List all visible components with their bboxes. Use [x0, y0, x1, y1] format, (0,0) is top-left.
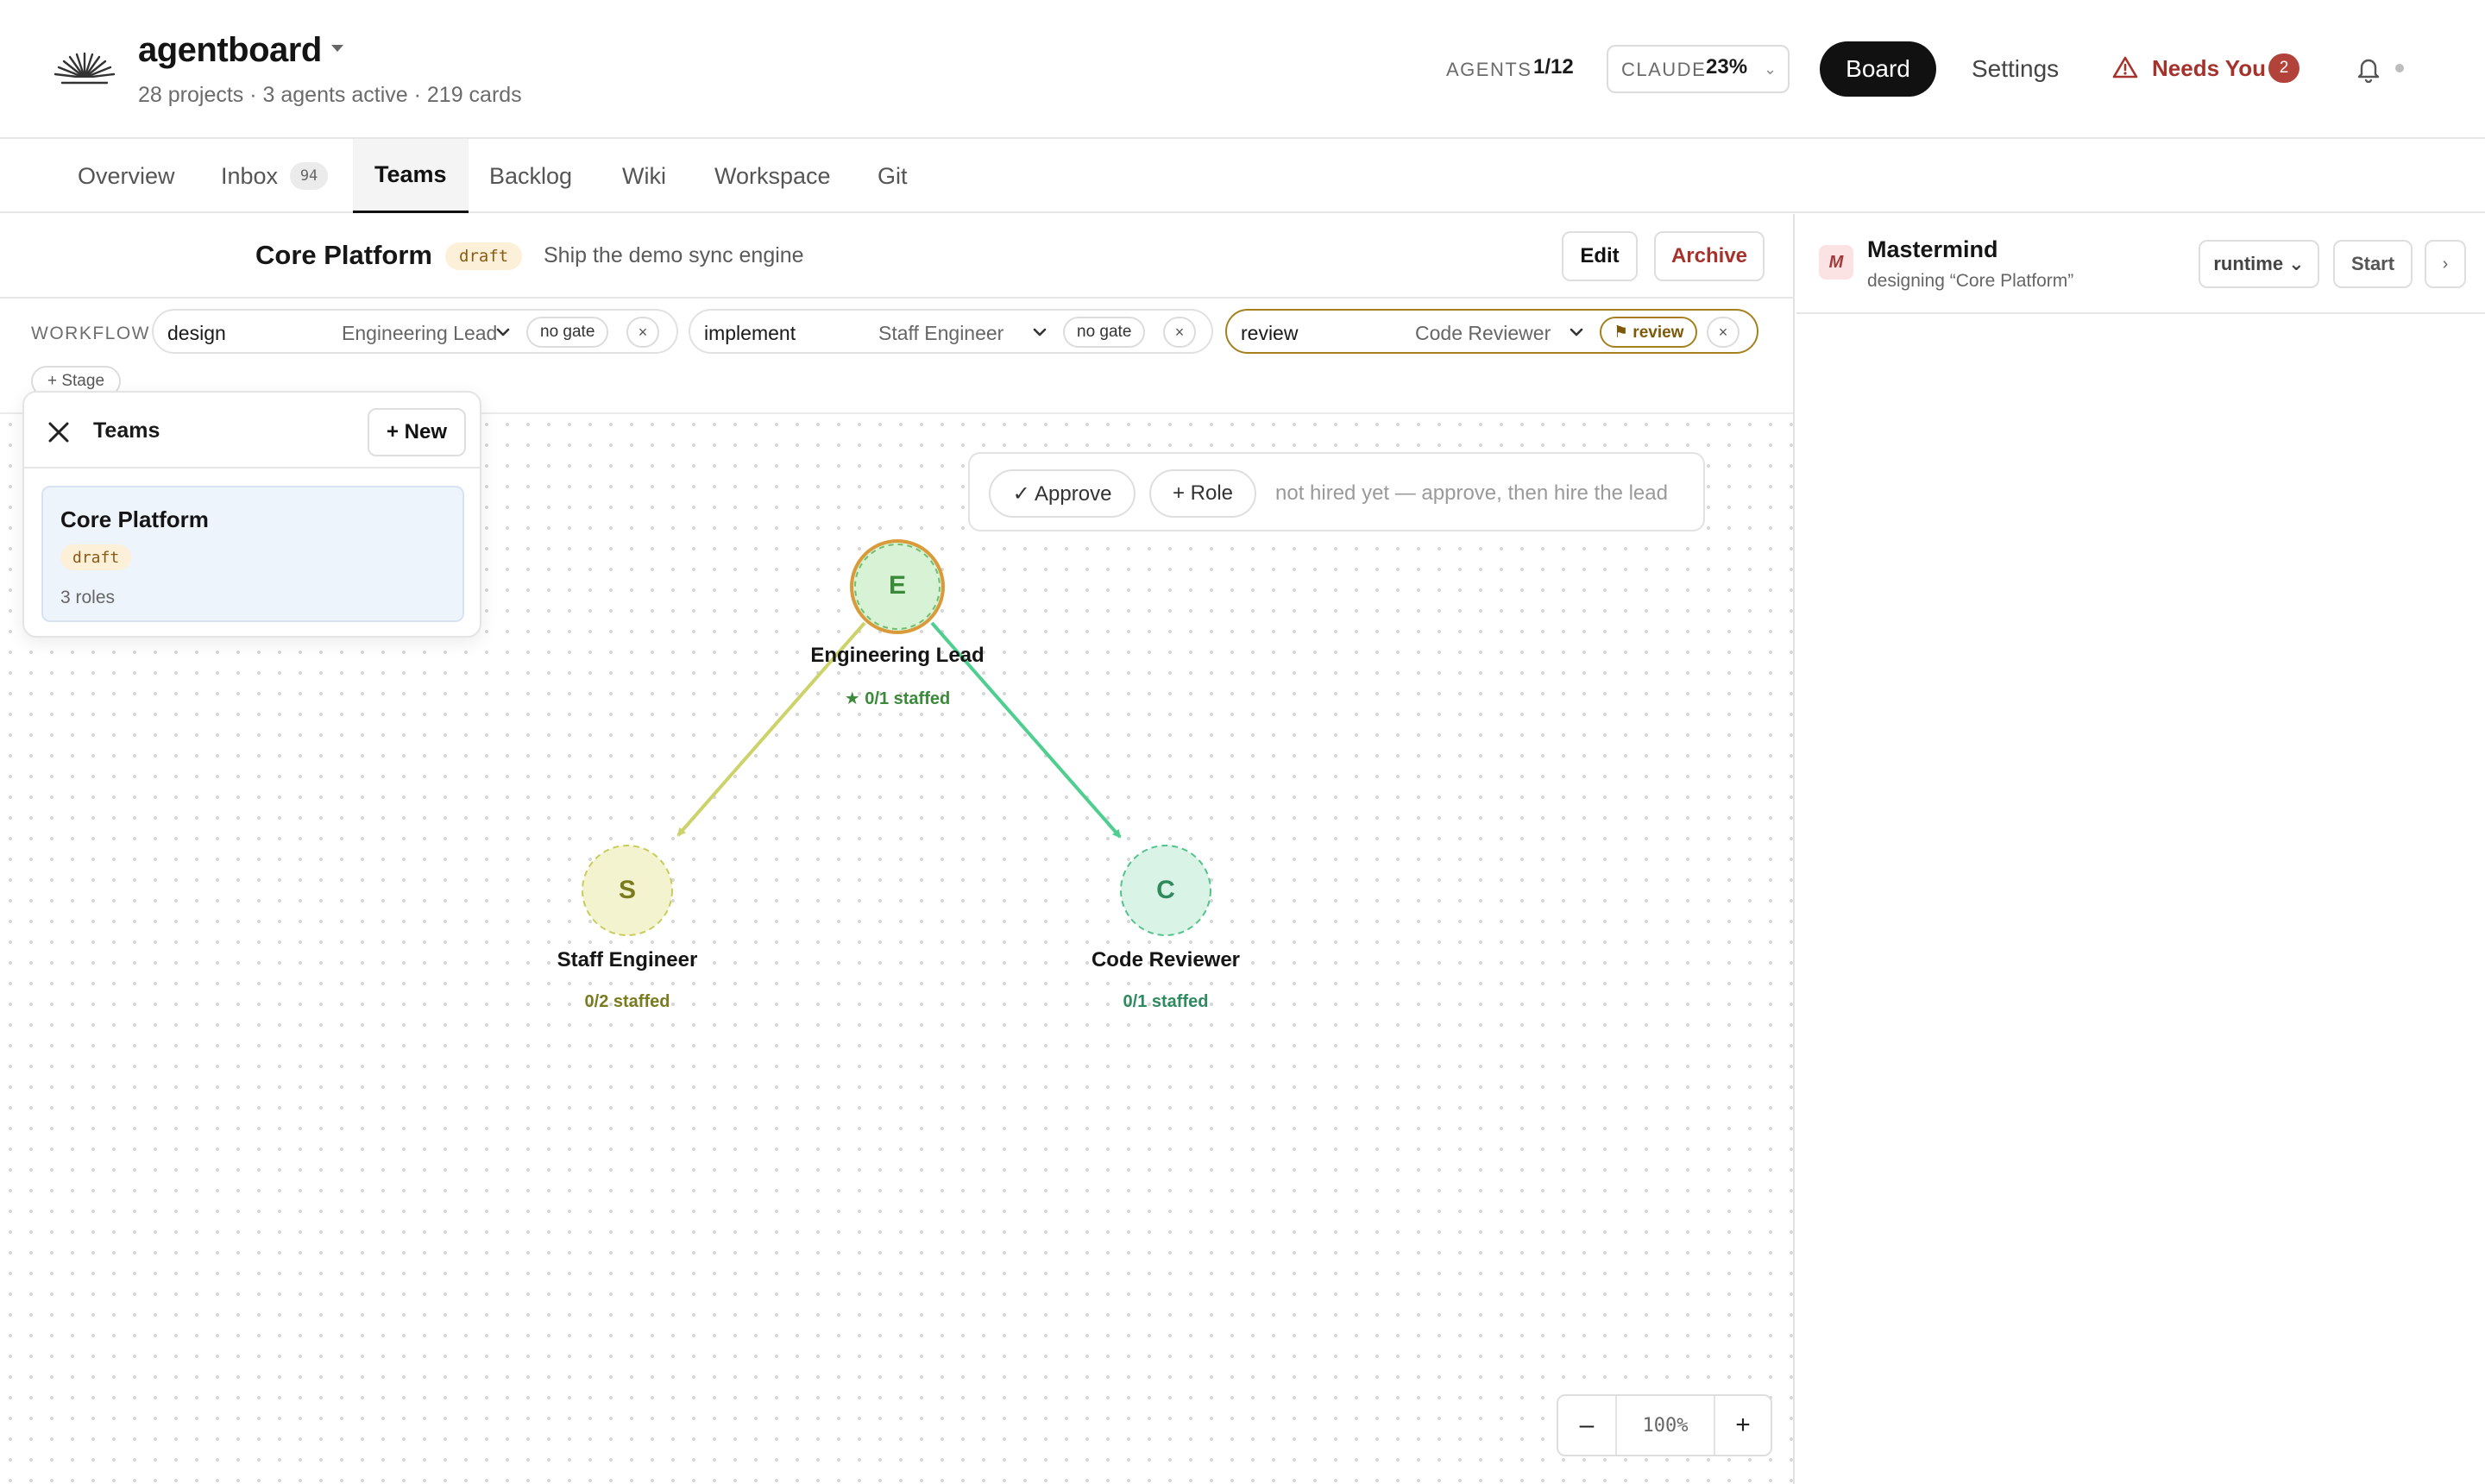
- agent-name: Mastermind: [1867, 236, 1998, 262]
- claude-usage-value: 23%: [1706, 55, 1748, 79]
- tab-wiki[interactable]: Wiki: [622, 139, 666, 213]
- chevron-down-icon: ⌄: [1764, 60, 1777, 78]
- team-list-item[interactable]: Core Platform draft 3 roles: [41, 486, 464, 622]
- tab-label: Overview: [78, 162, 175, 189]
- agent-status: designing “Core Platform”: [1867, 271, 2074, 291]
- agents-count: 1/12: [1533, 55, 1574, 79]
- needs-you-count-badge: 2: [2268, 53, 2299, 83]
- notification-dot: [2395, 64, 2404, 72]
- node-staffing: ★ 0/1 staffed: [844, 689, 951, 708]
- approve-button[interactable]: ✓ Approve: [989, 469, 1136, 518]
- node-letter: E: [888, 571, 906, 600]
- stage-role-select[interactable]: Staff Engineer: [878, 322, 1003, 345]
- remove-stage-button[interactable]: ×: [1163, 317, 1196, 348]
- board-button[interactable]: Board: [1820, 41, 1936, 97]
- mastermind-header: M Mastermind designing “Core Platform” r…: [1796, 214, 2485, 314]
- team-name: Core Platform: [255, 240, 432, 270]
- tab-label: Backlog: [489, 162, 573, 189]
- node-name: Staff Engineer: [557, 948, 698, 972]
- app-title[interactable]: agentboard: [138, 31, 322, 70]
- workflow-stage-review[interactable]: review Code Reviewer ⚑ review ×: [1225, 309, 1758, 354]
- edit-button[interactable]: Edit: [1562, 231, 1638, 281]
- tab-label: Git: [878, 162, 908, 189]
- status-badge: draft: [60, 544, 132, 570]
- zoom-in-button[interactable]: +: [1714, 1396, 1771, 1455]
- inbox-count-badge: 94: [290, 162, 329, 190]
- node-letter: C: [1156, 876, 1175, 904]
- stage-name[interactable]: design: [167, 322, 226, 345]
- stage-role-select[interactable]: Code Reviewer: [1415, 322, 1551, 345]
- teams-panel-title: Teams: [93, 418, 160, 443]
- stage-name[interactable]: implement: [704, 322, 796, 345]
- tab-git[interactable]: Git: [878, 139, 908, 213]
- top-bar: agentboard 28 projects · 3 agents active…: [0, 0, 2485, 139]
- sunburst-logo-icon: [53, 52, 116, 90]
- tab-workspace[interactable]: Workspace: [714, 139, 831, 213]
- review-gate-toggle[interactable]: ⚑ review: [1600, 317, 1698, 348]
- avatar: M: [1819, 245, 1853, 280]
- chevron-down-icon[interactable]: [1030, 323, 1049, 342]
- mastermind-panel: M Mastermind designing “Core Platform” r…: [1796, 214, 2485, 1484]
- node-staffing: 0/1 staffed: [1123, 992, 1209, 1011]
- gate-toggle[interactable]: no gate: [526, 317, 609, 348]
- app-subtitle: 28 projects · 3 agents active · 219 card…: [138, 83, 522, 107]
- tab-inbox[interactable]: Inbox 94: [221, 139, 329, 213]
- action-hint: not hired yet — approve, then hire the l…: [1275, 481, 1668, 505]
- divider: [24, 467, 480, 468]
- expand-panel-button[interactable]: ›: [2425, 240, 2466, 288]
- archive-button[interactable]: Archive: [1654, 231, 1765, 281]
- warning-triangle-icon[interactable]: [2112, 55, 2138, 79]
- zoom-control: – 100% +: [1557, 1394, 1772, 1456]
- zoom-level: 100%: [1642, 1414, 1689, 1437]
- workflow-stage-implement[interactable]: implement Staff Engineer no gate ×: [689, 309, 1213, 354]
- chevron-down-icon[interactable]: [1567, 323, 1586, 342]
- team-description: Ship the demo sync engine: [544, 243, 804, 267]
- teams-panel: Teams + New Core Platform draft 3 roles: [22, 391, 481, 638]
- gate-toggle[interactable]: no gate: [1063, 317, 1146, 348]
- team-item-roles: 3 roles: [60, 588, 116, 607]
- tab-teams[interactable]: Teams: [353, 139, 469, 213]
- team-action-bar: ✓ Approve + Role not hired yet — approve…: [968, 452, 1705, 531]
- agents-label: AGENTS: [1446, 59, 1532, 80]
- new-team-button[interactable]: + New: [368, 408, 466, 456]
- claude-label: CLAUDE: [1621, 59, 1707, 80]
- node-name: Engineering Lead: [810, 644, 985, 667]
- tab-bar: Overview Inbox 94 Teams Backlog Wiki Work…: [0, 139, 2485, 213]
- tab-label: Workspace: [714, 162, 831, 189]
- stage-name[interactable]: review: [1241, 322, 1298, 345]
- tab-overview[interactable]: Overview: [78, 139, 175, 213]
- remove-stage-button[interactable]: ×: [1707, 317, 1740, 348]
- workflow-stage-design[interactable]: design Engineering Lead no gate ×: [152, 309, 678, 354]
- node-staffing: 0/2 staffed: [584, 992, 670, 1011]
- node-letter: S: [618, 876, 636, 904]
- tab-label: Teams: [374, 161, 447, 187]
- zoom-out-button[interactable]: –: [1558, 1396, 1617, 1455]
- app-switcher-caret-icon[interactable]: [331, 45, 343, 52]
- start-button[interactable]: Start: [2333, 240, 2413, 288]
- status-badge: draft: [445, 242, 523, 270]
- runtime-dropdown[interactable]: runtime ⌄: [2199, 240, 2319, 288]
- tab-label: Wiki: [622, 162, 666, 189]
- needs-you-button[interactable]: Needs You: [2152, 55, 2266, 82]
- tab-label: Inbox: [221, 162, 279, 189]
- node-name: Code Reviewer: [1091, 948, 1241, 972]
- chevron-down-icon[interactable]: [494, 323, 513, 342]
- remove-stage-button[interactable]: ×: [626, 317, 659, 348]
- bell-icon[interactable]: [2356, 55, 2381, 83]
- team-header: Core Platform draft Ship the demo sync e…: [0, 214, 1795, 299]
- team-item-name: Core Platform: [60, 506, 209, 532]
- stage-role-select[interactable]: Engineering Lead: [342, 322, 497, 345]
- close-icon[interactable]: [45, 418, 72, 446]
- workflow-label: WORKFLOW: [31, 324, 150, 343]
- add-role-button[interactable]: + Role: [1149, 469, 1256, 518]
- settings-link[interactable]: Settings: [1972, 55, 2059, 83]
- tab-backlog[interactable]: Backlog: [489, 139, 572, 213]
